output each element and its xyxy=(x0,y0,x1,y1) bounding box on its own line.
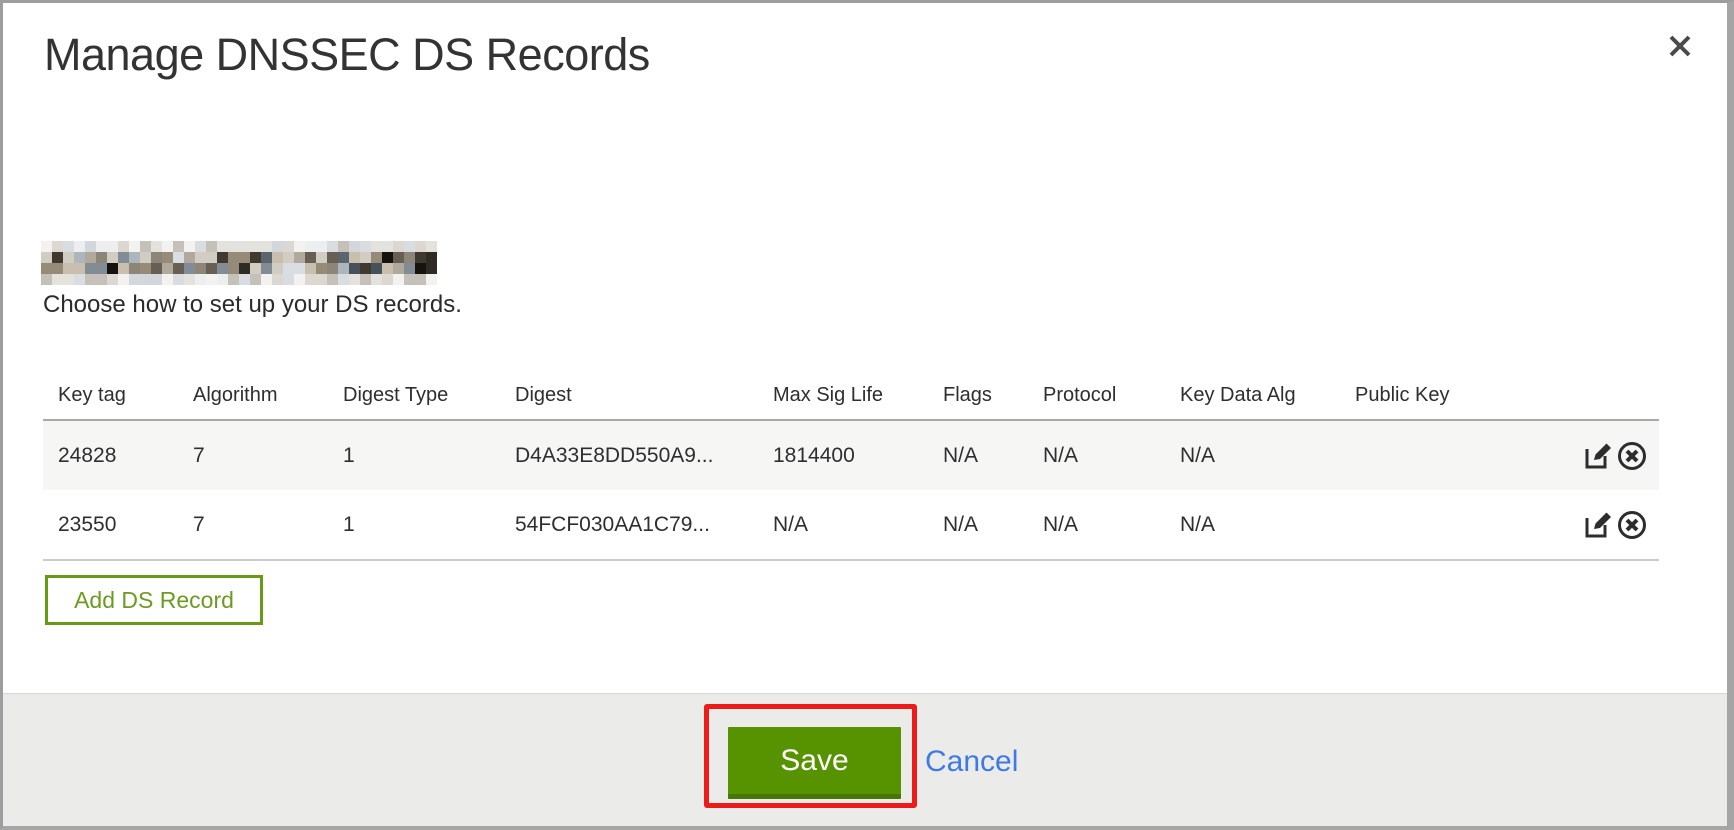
col-header-key-tag: Key tag xyxy=(43,366,193,420)
cell-max-sig-life: 1814400 xyxy=(773,420,943,490)
cell-digest: 54FCF030AA1C79... xyxy=(515,490,773,560)
cell-max-sig-life: N/A xyxy=(773,490,943,560)
cell-digest-type: 1 xyxy=(343,420,515,490)
save-highlight-annotation: Save xyxy=(704,704,917,808)
cell-key-data-alg: N/A xyxy=(1180,490,1355,560)
cell-digest-type: 1 xyxy=(343,490,515,560)
save-button[interactable]: Save xyxy=(728,727,901,799)
col-header-digest: Digest xyxy=(515,366,773,420)
intro-text: Choose how to set up your DS records. xyxy=(43,291,462,319)
close-icon[interactable] xyxy=(1661,27,1699,65)
delete-record-icon[interactable] xyxy=(1615,439,1649,473)
cancel-link[interactable]: Cancel xyxy=(925,745,1018,779)
cell-digest: D4A33E8DD550A9... xyxy=(515,420,773,490)
edit-record-icon[interactable] xyxy=(1581,508,1615,542)
col-header-key-data-alg: Key Data Alg xyxy=(1180,366,1355,420)
cell-key-tag: 24828 xyxy=(43,420,193,490)
table-row: 23550 7 1 54FCF030AA1C79... N/A N/A N/A … xyxy=(43,490,1659,560)
col-header-public-key: Public Key xyxy=(1355,366,1571,420)
modal-footer: Save xyxy=(3,693,1727,826)
delete-record-icon[interactable] xyxy=(1615,508,1649,542)
cell-flags: N/A xyxy=(943,420,1043,490)
cell-algorithm: 7 xyxy=(193,420,343,490)
cell-protocol: N/A xyxy=(1043,420,1180,490)
col-header-max-sig-life: Max Sig Life xyxy=(773,366,943,420)
col-header-digest-type: Digest Type xyxy=(343,366,515,420)
ds-records-table: Key tag Algorithm Digest Type Digest Max… xyxy=(43,366,1659,561)
table-row: 24828 7 1 D4A33E8DD550A9... 1814400 N/A … xyxy=(43,420,1659,490)
col-header-protocol: Protocol xyxy=(1043,366,1180,420)
cell-protocol: N/A xyxy=(1043,490,1180,560)
cell-flags: N/A xyxy=(943,490,1043,560)
cell-key-tag: 23550 xyxy=(43,490,193,560)
cell-public-key xyxy=(1355,420,1571,490)
col-header-flags: Flags xyxy=(943,366,1043,420)
row-actions xyxy=(1571,420,1659,490)
dnssec-modal: Manage DNSSEC DS Records Choose how to s… xyxy=(0,0,1734,830)
row-actions xyxy=(1571,490,1659,560)
cell-public-key xyxy=(1355,490,1571,560)
cell-key-data-alg: N/A xyxy=(1180,420,1355,490)
col-header-actions xyxy=(1571,366,1659,420)
cell-algorithm: 7 xyxy=(193,490,343,560)
redacted-domain-name xyxy=(41,241,437,285)
add-ds-record-button[interactable]: Add DS Record xyxy=(45,575,263,625)
page-title: Manage DNSSEC DS Records xyxy=(44,29,650,81)
col-header-algorithm: Algorithm xyxy=(193,366,343,420)
table-header-row: Key tag Algorithm Digest Type Digest Max… xyxy=(43,366,1659,420)
edit-record-icon[interactable] xyxy=(1581,439,1615,473)
